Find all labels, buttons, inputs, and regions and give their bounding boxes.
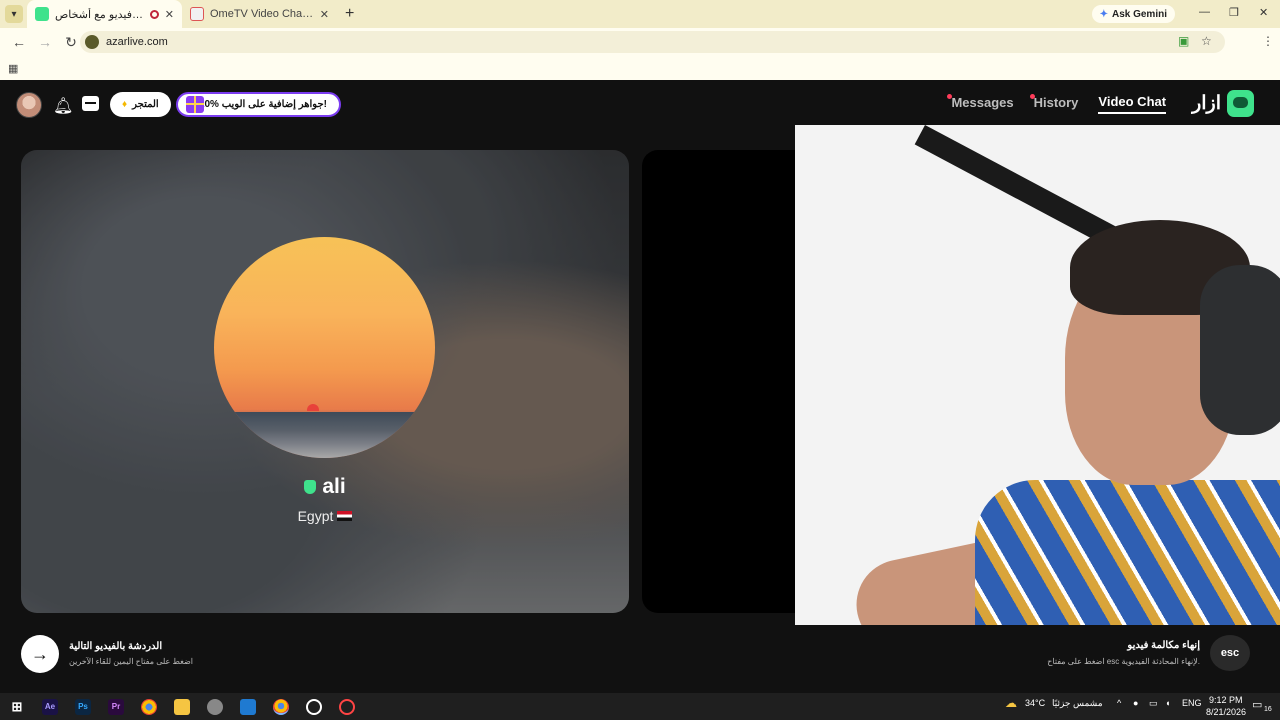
url-field[interactable]: azarlive.com: [80, 31, 1225, 53]
window-close-button[interactable]: ✕: [1259, 6, 1268, 19]
next-chat-hint: اضغط على مفتاح اليمين للقاء الآخرين: [69, 657, 194, 666]
ometv-favicon-icon: [190, 7, 204, 21]
restore-button[interactable]: ❐: [1229, 6, 1239, 19]
cast-icon[interactable]: ▣: [1178, 34, 1189, 48]
gem-promo-button[interactable]: 10% جواهر إضافية على الويب!: [176, 92, 341, 117]
photoshop-icon[interactable]: Ps: [75, 698, 91, 715]
esc-end-call-button[interactable]: esc: [1210, 635, 1250, 671]
person-shirt: [975, 480, 1280, 625]
tab-ometv[interactable]: OmeTV Video Chat — Omegle ✕: [182, 0, 337, 28]
language-indicator[interactable]: ENG: [1182, 698, 1202, 708]
site-info-icon[interactable]: [85, 35, 99, 49]
partner-country-text: Egypt: [297, 508, 334, 524]
windows-start-icon[interactable]: ⊞: [9, 699, 25, 715]
azar-favicon-icon: [35, 7, 49, 21]
clock-date[interactable]: 8/21/2026: [1206, 707, 1246, 717]
tray-chevron-icon[interactable]: ^: [1117, 698, 1121, 708]
minimize-button[interactable]: —: [1199, 6, 1210, 18]
weather-temp[interactable]: 34°C: [1025, 698, 1045, 708]
brand-name: ازار: [1192, 93, 1221, 114]
azar-app: 🔔︎ ♦ المتجر 10% جواهر إضافية على الويب! …: [0, 80, 1280, 693]
volume-icon[interactable]: ◖: [1165, 698, 1170, 708]
top-nav: Messages History Video Chat ازار: [931, 90, 1254, 117]
tab-title: أزار: دردشة فيديو مع أشخاص: [55, 8, 146, 21]
headset: [1200, 265, 1280, 435]
tab-close-icon[interactable]: ✕: [320, 8, 329, 21]
file-explorer-icon[interactable]: [174, 698, 190, 715]
partner-profile-photo: [214, 237, 435, 458]
tab-azar[interactable]: أزار: دردشة فيديو مع أشخاص ✕: [27, 0, 182, 28]
end-call-title: إنهاء مكالمة فيديو: [1127, 640, 1200, 651]
bookmarks-bar: ▦: [0, 56, 1280, 80]
next-chat-button[interactable]: →: [21, 635, 59, 673]
arrow-right-icon: →: [31, 643, 49, 664]
partner-name: ali: [21, 475, 629, 499]
premiere-icon[interactable]: Pr: [108, 698, 124, 715]
user-avatar[interactable]: [16, 92, 42, 118]
nav-video-chat[interactable]: Video Chat: [1098, 94, 1167, 114]
chrome-active-icon[interactable]: [273, 698, 289, 715]
media-app-icon[interactable]: [207, 698, 223, 715]
tab-title: OmeTV Video Chat — Omegle: [210, 8, 314, 20]
notification-bell-icon[interactable]: 🔔︎: [53, 96, 73, 116]
nav-messages[interactable]: Messages: [947, 93, 1014, 113]
egypt-flag-icon: [337, 511, 353, 521]
self-camera-video: [795, 125, 1280, 625]
network-icon[interactable]: ▭: [1149, 698, 1158, 709]
url-text: azarlive.com: [106, 36, 168, 48]
nav-history[interactable]: History: [1029, 93, 1078, 113]
weather-icon[interactable]: ☁︎: [1005, 696, 1017, 710]
notification-center-icon[interactable]: ▭: [1252, 698, 1262, 711]
address-bar-row: ← → ↻ azarlive.com ▣ ☆ ⋮: [0, 28, 1280, 77]
gift-icon: [186, 96, 204, 113]
reload-icon[interactable]: ↻: [64, 34, 78, 51]
apps-grid-icon[interactable]: ▦: [8, 62, 18, 75]
ask-gemini-label: Ask Gemini: [1111, 8, 1167, 20]
windows-taskbar: ⊞ Ae Ps Pr ☁︎ 34°C مشمس جزئيًا ^ ● ▭ ◖ E…: [0, 693, 1280, 720]
ask-gemini-button[interactable]: ✦ Ask Gemini: [1091, 5, 1175, 23]
next-chat-title: الدردشة بالفيديو التالية: [69, 641, 163, 652]
bookmark-star-icon[interactable]: ☆: [1201, 34, 1212, 48]
partner-name-text: ali: [322, 475, 346, 498]
sea-graphic: [214, 412, 435, 458]
forward-icon[interactable]: →: [38, 34, 52, 50]
shop-button[interactable]: ♦ المتجر: [110, 92, 171, 117]
tab-search-icon[interactable]: ▾: [5, 5, 23, 23]
partner-card: ali Egypt: [21, 150, 629, 613]
gemini-icon: ✦: [1099, 8, 1108, 20]
chrome-icon[interactable]: [141, 698, 157, 715]
weather-desc[interactable]: مشمس جزئيًا: [1052, 698, 1103, 709]
obs-icon[interactable]: [306, 698, 322, 715]
menu-kebab-icon[interactable]: ⋮: [1262, 34, 1274, 48]
azar-logo-icon: [1227, 90, 1254, 117]
end-call-hint: اضغط على مفتاح esc لإنهاء المحادثة الفيد…: [1047, 657, 1200, 666]
notification-count: 16: [1264, 706, 1272, 713]
promo-label: 10% جواهر إضافية على الويب!: [198, 99, 327, 110]
recording-icon: [149, 9, 159, 19]
store-box-icon[interactable]: [82, 96, 99, 111]
recorder-icon[interactable]: [339, 698, 355, 715]
next-partner-card: [642, 150, 802, 613]
tab-close-icon[interactable]: ✕: [165, 8, 174, 21]
vscode-icon[interactable]: [240, 698, 256, 715]
partner-country: Egypt: [21, 508, 629, 524]
shop-label: المتجر: [132, 99, 159, 110]
verified-shield-icon: [304, 480, 317, 494]
sun-graphic: [307, 404, 319, 411]
gem-icon: ♦: [122, 99, 128, 110]
after-effects-icon[interactable]: Ae: [42, 698, 58, 715]
new-tab-button[interactable]: +: [345, 5, 354, 23]
browser-tab-bar: ▾ أزار: دردشة فيديو مع أشخاص ✕ OmeTV Vid…: [0, 0, 1280, 28]
brand-logo[interactable]: ازار: [1192, 90, 1254, 117]
clock-time[interactable]: 9:12 PM: [1209, 695, 1243, 705]
microphone-icon[interactable]: ●: [1133, 698, 1138, 708]
back-icon[interactable]: ←: [12, 34, 26, 50]
